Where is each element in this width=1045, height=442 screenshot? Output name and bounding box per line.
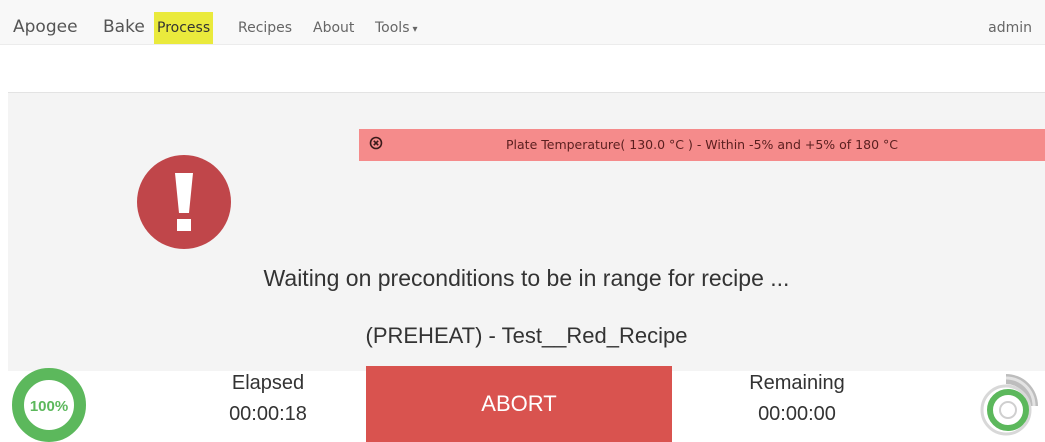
waiting-message: Waiting on preconditions to be in range …	[263, 265, 790, 291]
user-menu[interactable]: admin	[988, 12, 1032, 44]
elapsed-label: Elapsed	[231, 372, 305, 394]
chevron-down-icon: ▾	[412, 24, 418, 35]
progress-label: 100%	[30, 398, 68, 415]
top-navbar: Apogee Bake Process Recipes About Tools ▾…	[0, 0, 1045, 45]
nav-item-process[interactable]: Process	[154, 12, 214, 44]
remaining-value: 00:00:00	[758, 403, 836, 425]
elapsed-value: 00:00:18	[229, 403, 307, 425]
exclamation-circle-icon	[137, 155, 231, 249]
nav-item-recipes[interactable]: Recipes	[238, 12, 292, 44]
circular-gauge-icon	[980, 374, 1038, 436]
nav-item-tools-label: Tools	[375, 20, 410, 36]
progress-circle: 100%	[12, 368, 86, 442]
brand-apogee[interactable]: Apogee	[13, 17, 78, 37]
remaining-label: Remaining	[749, 372, 845, 394]
nav-item-tools[interactable]: Tools ▾	[375, 12, 418, 44]
nav-item-about[interactable]: About	[313, 12, 354, 44]
recipe-name: (PREHEAT) - Test__Red_Recipe	[365, 323, 688, 348]
brand-bake[interactable]: Bake	[103, 17, 145, 37]
alert-text: Plate Temperature( 130.0 °C ) - Within -…	[506, 137, 898, 152]
precondition-alert: Plate Temperature( 130.0 °C ) - Within -…	[359, 129, 1045, 161]
abort-button[interactable]: ABORT	[366, 366, 672, 442]
